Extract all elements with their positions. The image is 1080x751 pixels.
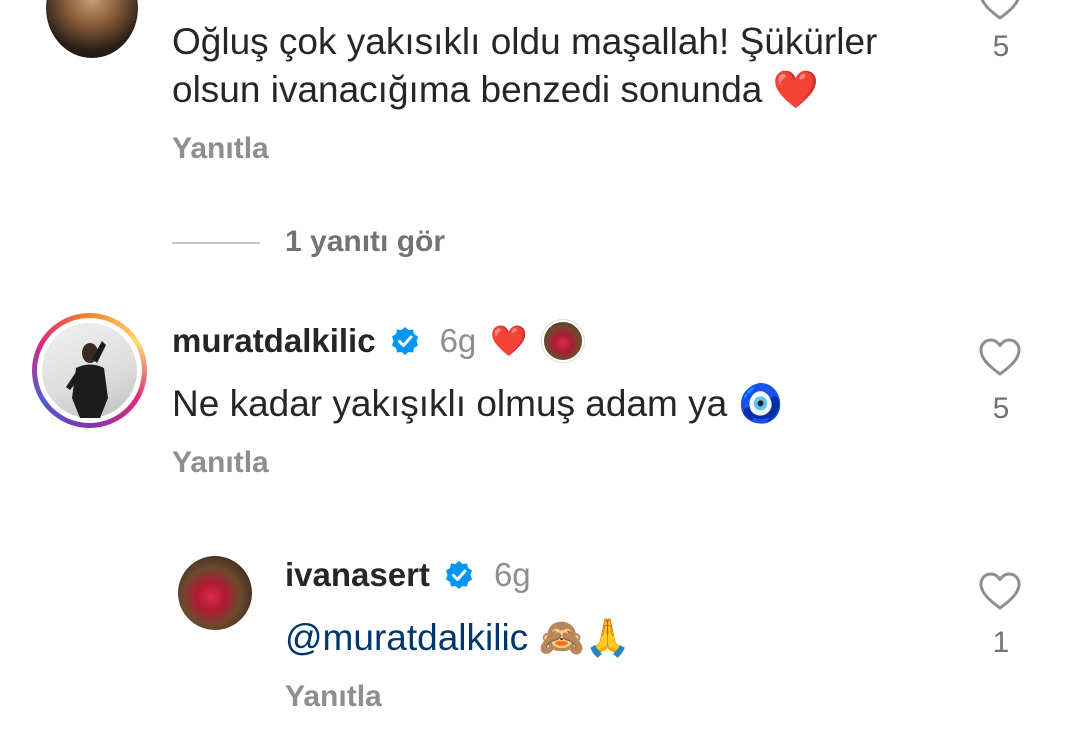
comment-time: 6g [493, 556, 531, 593]
heart-outline-icon [979, 572, 1021, 610]
comment-text: Oğluş çok yakısıklı oldu maşallah! Şükür… [172, 18, 972, 114]
like-count: 5 [992, 392, 1010, 425]
verified-badge-icon [445, 561, 472, 589]
comment-header: ivanasert 6g [285, 554, 531, 596]
comment-text-part: Ne kadar yakışıklı olmuş adam ya [172, 383, 728, 424]
username[interactable]: ivanasert [285, 556, 430, 594]
commenter-avatar[interactable] [46, 0, 138, 58]
monkey-pray-emoji: 🙈🙏 [538, 617, 631, 658]
comment-header: muratdalkilic 6g ❤️ [172, 320, 584, 362]
view-replies-divider [172, 242, 260, 244]
like-count: 1 [992, 626, 1010, 659]
comment-text-line: Oğluş çok yakısıklı oldu maşallah! Şükür… [172, 21, 878, 62]
commenter-avatar[interactable] [178, 556, 252, 630]
like-button[interactable] [978, 338, 1022, 383]
nazar-emoji: 🧿 [737, 383, 784, 424]
heart-outline-icon [980, 0, 1020, 20]
user-mention-link[interactable]: @muratdalkilic [285, 617, 528, 658]
heart-emoji: ❤️ [772, 69, 819, 110]
verified-badge-icon [391, 327, 418, 355]
comment-text: @muratdalkilic 🙈🙏 [285, 614, 945, 662]
view-replies-button[interactable]: 1 yanıtı gör [285, 225, 445, 259]
reply-button[interactable]: Yanıtla [172, 446, 269, 480]
comment-time: 6g [439, 322, 477, 359]
reply-button[interactable]: Yanıtla [285, 680, 382, 714]
commenter-avatar[interactable] [42, 323, 137, 418]
like-count: 5 [992, 30, 1010, 63]
reply-button[interactable]: Yanıtla [172, 132, 269, 166]
like-button[interactable] [978, 572, 1022, 617]
author-avatar [541, 320, 584, 362]
comment-text-line: olsun ivanacığıma benzedi sonunda ❤️ [172, 66, 972, 114]
author-heart-icon: ❤️ [490, 324, 528, 358]
person-silhouette-icon [66, 341, 108, 418]
heart-outline-icon [979, 338, 1021, 376]
comment-text: Ne kadar yakışıklı olmuş adam ya 🧿 [172, 380, 932, 428]
comment-text-part: olsun ivanacığıma benzedi sonunda [172, 69, 763, 110]
like-button[interactable] [978, 0, 1022, 27]
username[interactable]: muratdalkilic [172, 322, 376, 360]
